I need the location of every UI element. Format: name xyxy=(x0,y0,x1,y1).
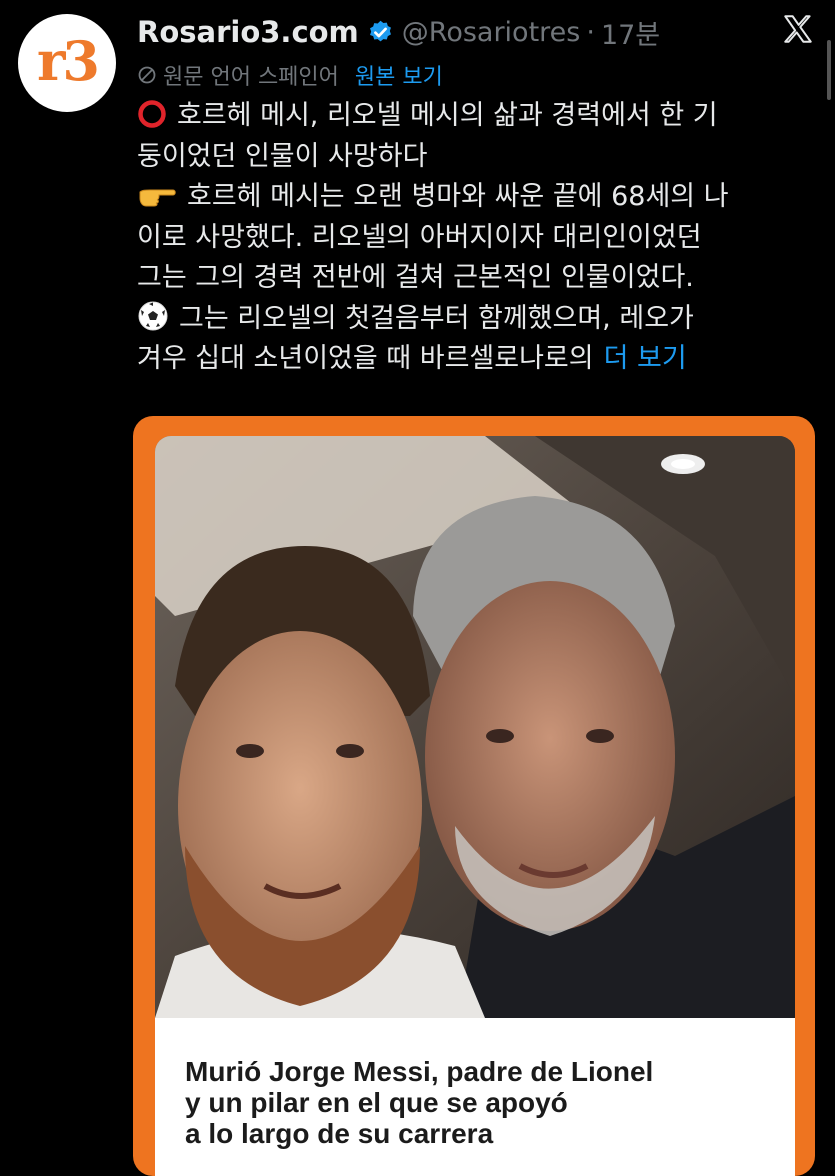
headline-line: a lo largo de su carrera xyxy=(185,1118,494,1149)
translation-label: 원문 언어 스페인어 xyxy=(163,65,339,90)
tweet-line: 그는 리오넬의 첫걸음부터 함께했으며, 레오가 xyxy=(137,299,817,340)
tweet-line-text: 그는 그의 경력 전반에 걸쳐 근본적인 인물이었다. xyxy=(137,262,694,293)
tweet-header: Rosario3.com @Rosariotres · 17분 xyxy=(137,10,835,54)
tweet-text: 호르헤 메시, 리오넬 메시의 삶과 경력에서 한 기 둥이었던 인물이 사망하… xyxy=(137,96,817,380)
handle[interactable]: @Rosariotres xyxy=(402,17,581,48)
tweet-line-text: 호르헤 메시, 리오넬 메시의 삶과 경력에서 한 기 xyxy=(177,100,718,131)
tweet-line: 둥이었던 인물이 사망하다 xyxy=(137,137,817,178)
tweet-line-text: 그는 리오넬의 첫걸음부터 함께했으며, 레오가 xyxy=(179,302,694,334)
translation-info: 원문 언어 스페인어 원본 보기 xyxy=(137,58,443,92)
tweet-line: 그는 그의 경력 전반에 걸쳐 근본적인 인물이었다. xyxy=(137,258,817,299)
link-card[interactable]: Murió Jorge Messi, padre de Lionel y un … xyxy=(133,416,815,1176)
show-original-link[interactable]: 원본 보기 xyxy=(355,59,443,91)
article-caption-box[interactable]: Murió Jorge Messi, padre de Lionel y un … xyxy=(155,1018,795,1176)
x-logo-icon[interactable] xyxy=(781,12,815,46)
show-more-link[interactable]: 더 보기 xyxy=(604,343,687,374)
tweet-line-text: 호르헤 메시는 오랜 병마와 싸운 끝에 68세의 나 xyxy=(187,181,729,212)
headline-line: Murió Jorge Messi, padre de Lionel xyxy=(185,1056,654,1087)
tweet-line-text: 겨우 십대 소년이었을 때 바르셀로나로의 xyxy=(137,343,594,374)
translate-no-entry-icon xyxy=(138,66,156,84)
scrollbar[interactable] xyxy=(827,40,831,100)
tweet-line: 호르헤 메시, 리오넬 메시의 삶과 경력에서 한 기 xyxy=(137,96,817,137)
article-photo-illustration xyxy=(155,436,795,1018)
article-photo[interactable] xyxy=(155,436,795,1018)
soccer-ball-emoji xyxy=(138,301,168,330)
pointing-hand-emoji xyxy=(139,189,176,207)
tweet-line: 겨우 십대 소년이었을 때 바르셀로나로의 더 보기 xyxy=(137,339,817,380)
separator-dot: · xyxy=(586,16,595,48)
tweet-line-text: 이로 사망했다. 리오넬의 아버지이자 대리인이었던 xyxy=(137,221,702,253)
red-circle-emoji xyxy=(138,100,166,128)
display-name[interactable]: Rosario3.com xyxy=(137,15,359,49)
article-headline: Murió Jorge Messi, padre de Lionel y un … xyxy=(185,1056,785,1149)
timestamp[interactable]: 17분 xyxy=(601,13,660,52)
tweet-line: 호르헤 메시는 오랜 병마와 싸운 끝에 68세의 나 xyxy=(137,177,817,218)
avatar-logo-text: r3 xyxy=(36,29,100,93)
verified-badge-icon xyxy=(369,20,391,41)
tweet-line: 이로 사망했다. 리오넬의 아버지이자 대리인이었던 xyxy=(137,218,817,259)
tweet-line-text: 둥이었던 인물이 사망하다 xyxy=(137,140,428,172)
avatar[interactable]: r3 xyxy=(18,14,116,112)
headline-line: y un pilar en el que se apoyó xyxy=(185,1087,568,1118)
